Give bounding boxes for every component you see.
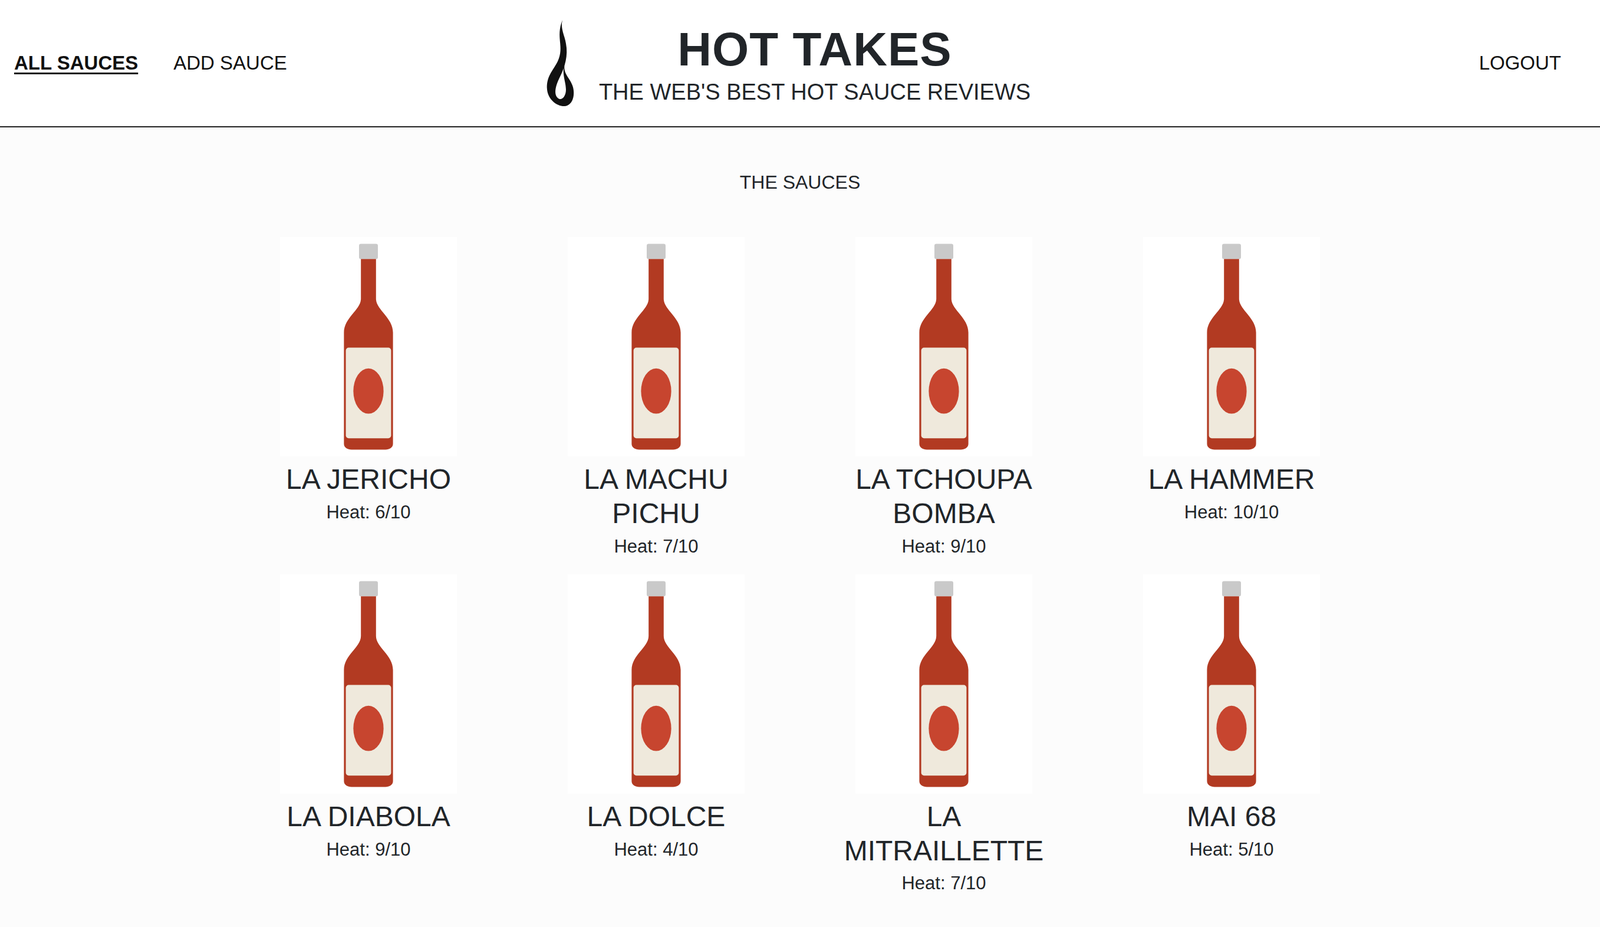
sauce-photo bbox=[567, 574, 745, 794]
sauce-photo bbox=[855, 574, 1033, 794]
sauce-grid: LA JERICHOHeat: 6/10LA MACHU PICHUHeat: … bbox=[224, 236, 1376, 927]
sauce-name: LA MITRAILLETTE bbox=[825, 799, 1062, 868]
sauce-list-page: THE SAUCESLA JERICHOHeat: 6/10LA MACHU P… bbox=[0, 170, 1600, 927]
sauce-name: LA JERICHO bbox=[250, 462, 487, 497]
sauce-name: LA DIABOLA bbox=[250, 799, 487, 834]
sauce-photo bbox=[280, 574, 457, 794]
sauce-heat: Heat: 9/10 bbox=[250, 835, 487, 864]
sauce-photo bbox=[567, 236, 745, 457]
sauce-name: LA DOLCE bbox=[538, 799, 775, 834]
flame-icon bbox=[544, 20, 576, 107]
brand: HOT TAKESTHE WEB'S BEST HOT SAUCE REVIEW… bbox=[544, 20, 1031, 107]
sauce-heat: Heat: 7/10 bbox=[825, 869, 1062, 898]
sauce-name: MAI 68 bbox=[1113, 799, 1350, 834]
logout-button[interactable]: LOGOUT bbox=[1479, 48, 1562, 78]
bottle-icon bbox=[340, 578, 397, 789]
sauce-heat: Heat: 5/10 bbox=[1113, 835, 1350, 864]
sauce-name: LA MACHU PICHU bbox=[538, 462, 775, 530]
nav-link[interactable]: ADD SAUCE bbox=[173, 48, 288, 78]
sauce-name: LA HAMMER bbox=[1113, 462, 1350, 497]
bottle-icon bbox=[340, 241, 397, 452]
sauce-heat: Heat: 10/10 bbox=[1113, 498, 1350, 527]
sauce-card[interactable]: LA HAMMERHeat: 10/10 bbox=[1113, 236, 1350, 526]
bottle-icon bbox=[627, 241, 685, 452]
logout-area: LOGOUT bbox=[1030, 48, 1562, 78]
bottle-icon bbox=[915, 241, 973, 452]
site-header: ALL SAUCES ADD SAUCE HOT TAKESTHE WEB'S BE… bbox=[0, 0, 1600, 128]
bottle-icon bbox=[1203, 241, 1260, 452]
sauce-heat: Heat: 9/10 bbox=[825, 532, 1062, 561]
main-nav: ALL SAUCES ADD SAUCE bbox=[14, 48, 545, 78]
sauce-name: LA TCHOUPA BOMBA bbox=[825, 462, 1062, 530]
bottle-icon bbox=[1203, 578, 1260, 789]
sauce-photo bbox=[1143, 574, 1320, 794]
site-title: HOT TAKES bbox=[598, 21, 1031, 78]
section-title: THE SAUCES bbox=[0, 170, 1600, 194]
sauce-photo bbox=[280, 236, 457, 457]
sauce-photo bbox=[855, 236, 1033, 457]
brand-text: HOT TAKESTHE WEB'S BEST HOT SAUCE REVIEW… bbox=[598, 21, 1031, 105]
site-subtitle: THE WEB'S BEST HOT SAUCE REVIEWS bbox=[598, 80, 1031, 105]
bottle-icon bbox=[915, 578, 973, 789]
sauce-card[interactable]: LA MACHU PICHUHeat: 7/10 bbox=[538, 236, 775, 561]
sauce-photo bbox=[1143, 236, 1320, 457]
sauce-card[interactable]: LA MITRAILLETTEHeat: 7/10 bbox=[825, 574, 1062, 898]
sauce-card[interactable]: LA DIABOLAHeat: 9/10 bbox=[250, 574, 487, 864]
sauce-heat: Heat: 7/10 bbox=[538, 532, 775, 561]
bottle-icon bbox=[627, 578, 685, 789]
nav-link[interactable]: ALL SAUCES bbox=[14, 48, 138, 78]
sauce-card[interactable]: LA JERICHOHeat: 6/10 bbox=[250, 236, 487, 526]
sauce-card[interactable]: MAI 68Heat: 5/10 bbox=[1113, 574, 1350, 864]
sauce-heat: Heat: 6/10 bbox=[250, 498, 487, 527]
sauce-heat: Heat: 4/10 bbox=[538, 835, 775, 864]
sauce-card[interactable]: LA DOLCEHeat: 4/10 bbox=[538, 574, 775, 864]
sauce-card[interactable]: LA TCHOUPA BOMBAHeat: 9/10 bbox=[825, 236, 1062, 561]
